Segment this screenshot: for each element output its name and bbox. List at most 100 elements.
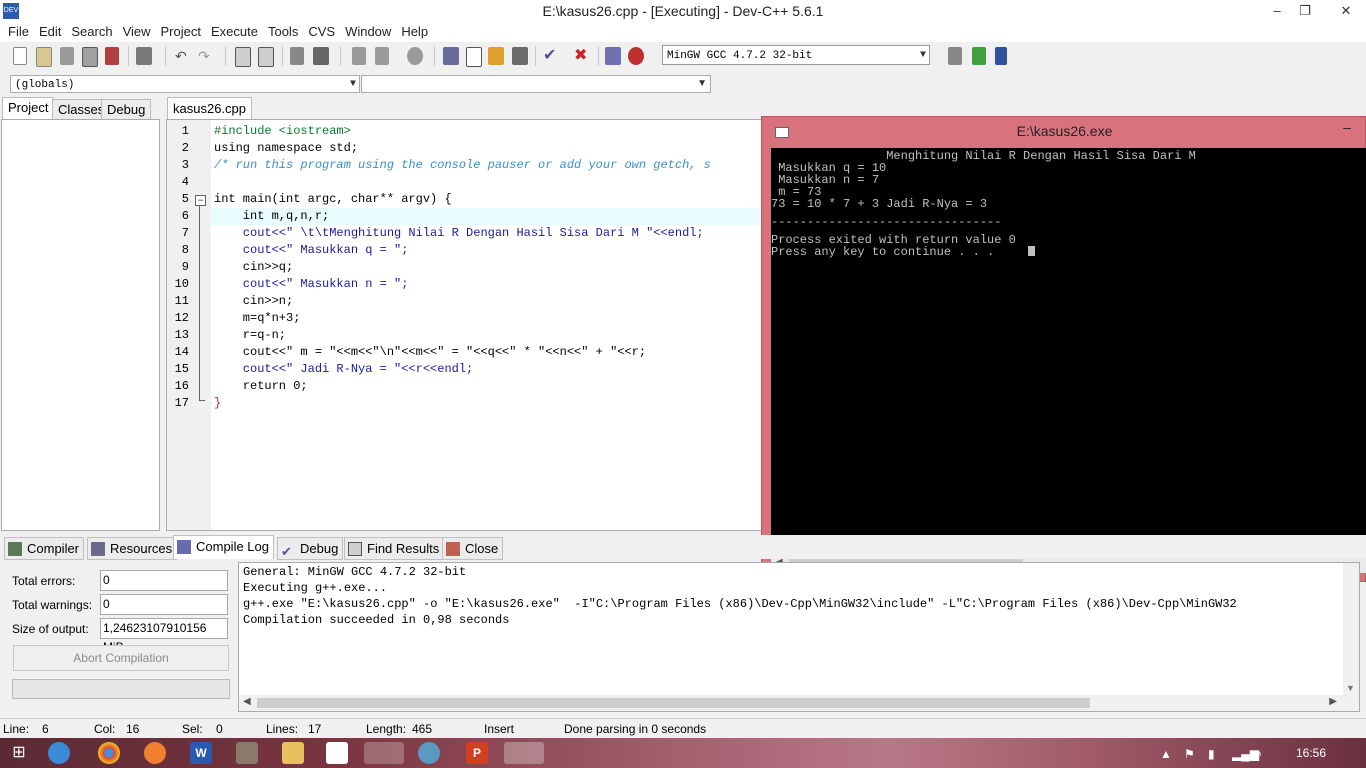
log-vertical-scrollbar[interactable]: ▼ [1343, 563, 1359, 695]
tab-close[interactable]: Close [442, 537, 504, 560]
code-editor[interactable]: 1 2 3 4 5 6 7 8 9 10 11 12 13 14 15 16 1… [166, 119, 768, 531]
insert-icon[interactable] [972, 47, 986, 65]
battery-icon[interactable]: ▮ [1208, 747, 1215, 761]
line-number: 5 [181, 192, 189, 206]
minimize-button[interactable]: – [1262, 0, 1292, 22]
log-horizontal-scrollbar[interactable]: ◀ ▶ [239, 695, 1359, 711]
size-of-output-field[interactable]: 1,24623107910156 MiB [100, 618, 228, 654]
save-all-icon[interactable] [82, 47, 98, 67]
internet-explorer-icon[interactable] [48, 742, 70, 764]
log-scroll-thumb[interactable] [257, 698, 1090, 708]
syntax-check-icon[interactable]: ✔ [543, 47, 561, 65]
toggle-icon[interactable] [995, 47, 1007, 65]
compile-log-output[interactable]: General: MinGW GCC 4.7.2 32-bit Executin… [238, 562, 1360, 712]
bar-chart-icon [177, 540, 191, 554]
network-signal-icon[interactable]: ▂▄▆ [1232, 747, 1259, 761]
status-line-value: 6 [42, 722, 49, 736]
paint-icon[interactable] [326, 742, 348, 764]
code-line: cout<<" Masukkan n = "; [214, 277, 409, 291]
media-icon[interactable] [418, 742, 440, 764]
editor-tab-kasus26[interactable]: kasus26.cpp [167, 97, 252, 120]
start-windows-icon[interactable]: ⊞ [8, 742, 30, 764]
fold-toggle-icon[interactable]: − [195, 195, 206, 206]
rebuild-all-icon[interactable] [512, 47, 528, 65]
tab-compiler[interactable]: Compiler [4, 537, 85, 560]
firefox-icon[interactable] [144, 742, 166, 764]
line-number: 3 [181, 158, 189, 172]
compiler-select[interactable]: MinGW GCC 4.7.2 32-bit ▼ [662, 45, 930, 65]
toggle-bookmark-icon[interactable] [313, 47, 329, 65]
tab-debug-bottom[interactable]: ✔ Debug [277, 537, 344, 560]
undo-icon[interactable]: ↶ [175, 47, 191, 65]
print-icon[interactable] [136, 47, 152, 65]
flag-icon[interactable]: ⚑ [1184, 747, 1195, 761]
compile-run-icon[interactable] [488, 47, 504, 65]
menu-cvs[interactable]: CVS [303, 22, 340, 42]
replace-icon[interactable] [258, 47, 274, 67]
menu-search[interactable]: Search [66, 22, 117, 42]
tab-project[interactable]: Project [2, 97, 55, 120]
console-line: 73 = 10 * 7 + 3 Jadi R-Nya = 3 [771, 197, 988, 211]
chrome-icon[interactable] [98, 742, 120, 764]
new-class-icon[interactable] [948, 47, 962, 65]
unindent-icon[interactable] [352, 47, 366, 65]
word-icon[interactable]: W [190, 742, 212, 764]
code-line: cout<<" Masukkan q = "; [214, 243, 409, 257]
project-panel[interactable] [1, 119, 160, 531]
console-minimize-button[interactable]: – [1343, 119, 1351, 135]
scope-select[interactable]: (globals) ▼ [10, 75, 360, 93]
new-file-icon[interactable] [13, 47, 27, 65]
close-file-icon[interactable] [105, 47, 119, 65]
profile-icon[interactable] [605, 47, 621, 65]
goto-line-icon[interactable] [290, 47, 304, 65]
volume-icon[interactable]: ♪ [1256, 747, 1262, 761]
menu-file[interactable]: File [3, 22, 34, 42]
menu-bar: File Edit Search View Project Execute Tools CVS… [0, 22, 1366, 42]
find-icon[interactable] [235, 47, 251, 67]
close-panel-icon [446, 542, 460, 556]
open-file-icon[interactable] [36, 47, 52, 67]
film-icon[interactable] [236, 742, 258, 764]
menu-tools[interactable]: Tools [263, 22, 303, 42]
tab-debug-left[interactable]: Debug [101, 99, 152, 120]
maximize-button[interactable]: ❐ [1290, 0, 1320, 22]
member-select[interactable]: ▼ [361, 75, 711, 93]
powerpoint-icon[interactable]: P [466, 742, 488, 764]
save-icon[interactable] [60, 47, 74, 65]
run-icon[interactable] [466, 47, 482, 67]
abort-compilation-button[interactable]: Abort Compilation [13, 645, 229, 671]
tab-resources[interactable]: Resources [87, 537, 178, 560]
total-warnings-field[interactable]: 0 [100, 594, 228, 615]
compile-icon[interactable] [443, 47, 459, 65]
code-line: int main(int argc, char** argv) { [214, 192, 452, 206]
menu-project[interactable]: Project [156, 22, 206, 42]
tab-compile-log[interactable]: Compile Log [173, 535, 274, 559]
chevron-down-icon[interactable]: ▼ [1346, 683, 1355, 693]
chevron-left-icon[interactable]: ◀ [243, 696, 251, 707]
close-button[interactable]: ✕ [1326, 0, 1366, 22]
menu-window[interactable]: Window [340, 22, 396, 42]
chevron-right-icon[interactable]: ▶ [1329, 696, 1337, 707]
tab-find-results[interactable]: Find Results [344, 537, 445, 560]
log-line: Executing g++.exe... [243, 581, 388, 595]
code-line: return 0; [214, 379, 308, 393]
stop-execution-icon[interactable]: ✖ [574, 47, 592, 65]
taskbar-clock[interactable]: 16:56 [1296, 746, 1326, 760]
menu-help[interactable]: Help [396, 22, 433, 42]
console-taskbar-button[interactable] [504, 742, 544, 764]
console-output[interactable]: Menghitung Nilai R Dengan Hasil Sisa Dar… [771, 148, 1366, 556]
file-explorer-icon[interactable] [282, 742, 304, 764]
total-errors-field[interactable]: 0 [100, 570, 228, 591]
show-hidden-icons-icon[interactable]: ▲ [1160, 747, 1172, 761]
toggle-comment-icon[interactable] [407, 47, 423, 65]
delete-profile-icon[interactable] [628, 47, 644, 65]
menu-edit[interactable]: Edit [34, 22, 66, 42]
resources-icon [91, 542, 105, 556]
menu-execute[interactable]: Execute [206, 22, 263, 42]
status-bar: Line: 6 Col: 16 Sel: 0 Lines: 17 Length:… [0, 718, 1366, 739]
indent-icon[interactable] [375, 47, 389, 65]
redo-icon[interactable]: ↷ [198, 47, 214, 65]
devcpp-taskbar-button[interactable] [364, 742, 404, 764]
console-window[interactable]: E:\kasus26.exe – Menghitung Nilai R Deng… [761, 116, 1366, 582]
menu-view[interactable]: View [118, 22, 156, 42]
